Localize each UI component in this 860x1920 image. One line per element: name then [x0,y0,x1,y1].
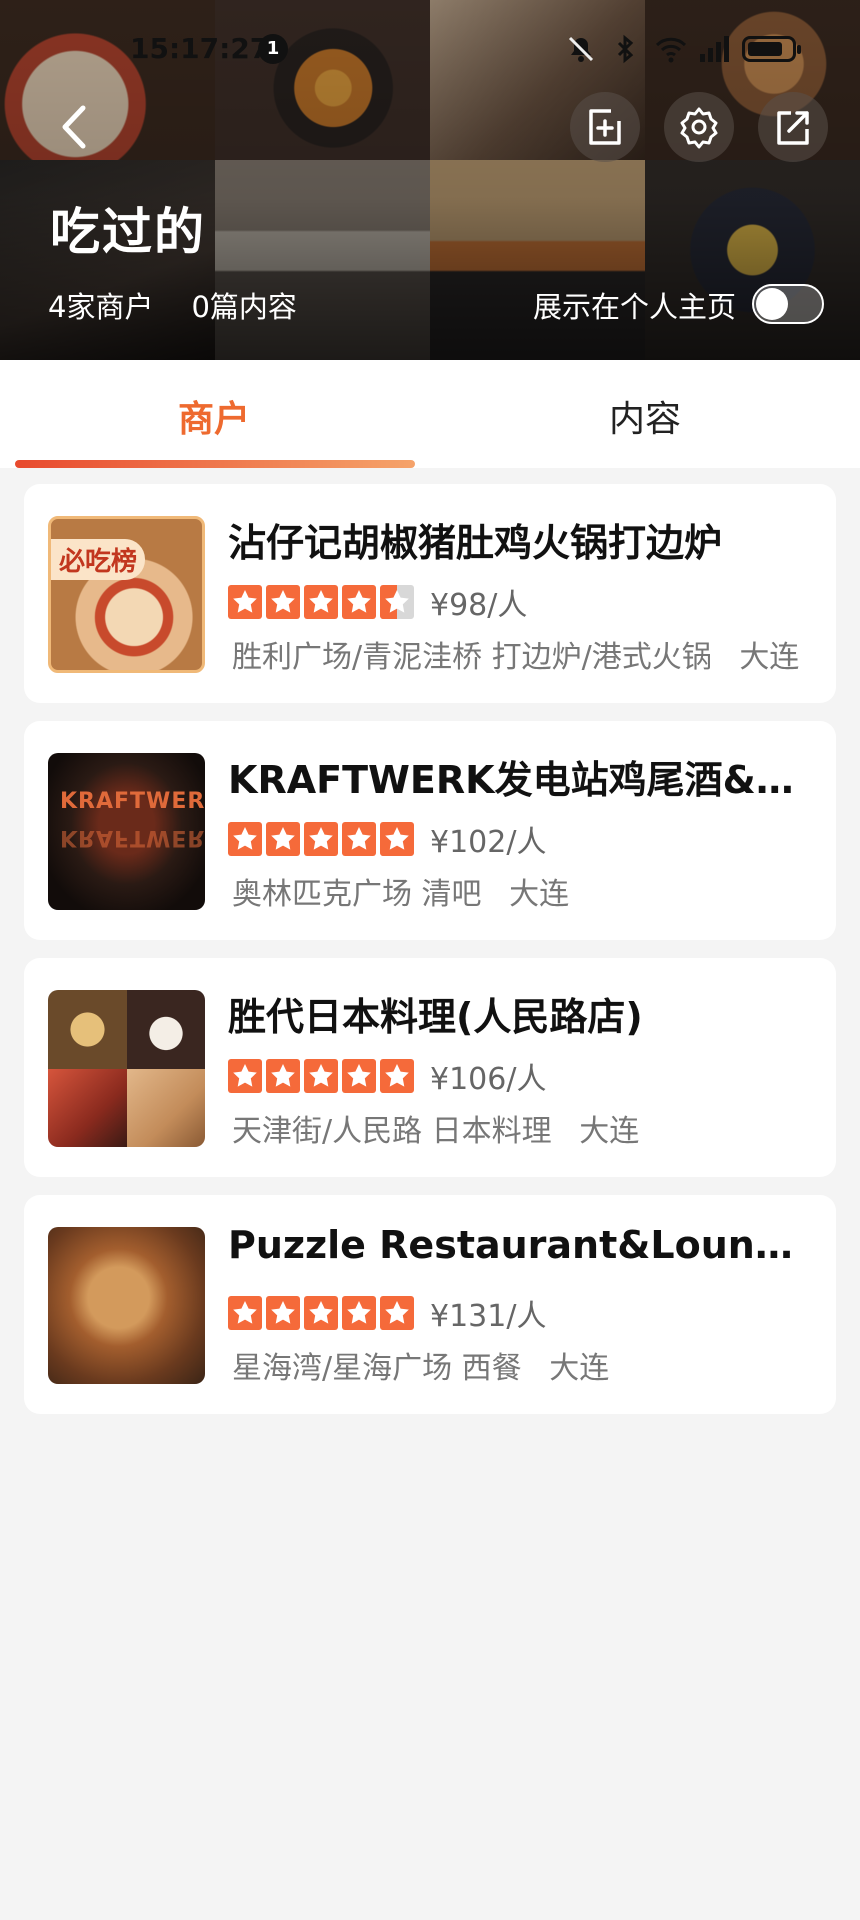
bluetooth-icon [610,34,640,64]
merchant-name: 沾仔记胡椒猪肚鸡火锅打边炉 [228,521,723,565]
star-icon [380,1296,414,1330]
must-eat-badge: 必吃榜 [51,539,146,580]
food-photo [48,1068,127,1147]
toggle-knob [756,288,788,320]
wifi-icon [654,34,687,64]
merchant-city: 大连 [509,877,570,912]
star-icon [304,1059,338,1093]
settings-button[interactable] [664,92,734,162]
star-rating [228,585,414,619]
settings-icon [680,107,718,149]
merchant-meta: 天津街/人民路 日本料理 大连 [232,1106,639,1150]
merchant-city: 大连 [549,1351,610,1386]
battery-icon [742,36,801,62]
tab-merchants[interactable]: 商户 [114,390,314,442]
status-time: 15:17:27 [130,32,270,65]
signal-icon [698,34,729,64]
system-icons [566,34,801,64]
thumbnail-sign-text: KRAFTWERK [60,789,205,814]
merchant-price: ¥131/人 [430,1299,547,1334]
star-icon [228,1296,262,1330]
food-photo [48,990,127,1069]
share-button[interactable] [758,92,828,162]
merchant-area: 胜利广场/青泥洼桥 [232,640,483,675]
merchant-category: 清吧 [421,877,482,912]
food-photo [126,1068,205,1147]
star-icon [228,585,262,619]
merchant-category: 打边炉/港式火锅 [491,640,712,675]
page-title: 吃过的 [50,203,206,261]
tab-content[interactable]: 内容 [545,390,745,442]
star-icon [380,822,414,856]
bell-muted-icon [566,34,596,64]
star-icon [380,1059,414,1093]
merchant-thumbnail [48,990,205,1147]
merchant-thumbnail: KRAFTWERK KRAFTWERK [48,753,205,910]
star-icon [304,1296,338,1330]
thumbnail-sign-reflection: KRAFTWERK [60,825,205,850]
back-icon [62,105,86,149]
star-icon [228,1059,262,1093]
merchant-card[interactable]: 必吃榜 沾仔记胡椒猪肚鸡火锅打边炉 ¥98/人 胜利广场/青泥洼桥 打边炉/港式… [24,484,836,703]
notification-badge: 1 [258,34,288,64]
merchant-city: 大连 [739,640,800,675]
star-icon [342,1059,376,1093]
merchant-city: 大连 [579,1114,640,1149]
merchant-thumbnail: 必吃榜 [48,516,205,673]
rating-row: ¥98/人 [228,580,527,624]
star-rating [228,822,414,856]
show-on-profile-toggle[interactable] [752,284,824,324]
merchant-meta: 星海湾/星海广场 西餐 大连 [232,1343,609,1387]
merchant-category: 日本料理 [431,1114,552,1149]
share-icon [777,111,809,145]
merchant-area: 奥林匹克广场 [232,877,412,912]
status-bar: 15:17:27 1 [0,30,860,70]
merchant-price: ¥98/人 [430,588,528,623]
rating-row: ¥131/人 [228,1291,546,1335]
merchant-card[interactable]: Puzzle Restaurant&Lounge ... ¥131/人 星海湾/… [24,1195,836,1414]
back-button[interactable] [40,92,110,162]
header-banner: 15:17:27 1 吃过的 4家商户 0篇内容 展示在个人主页 [0,0,860,360]
merchant-area: 星海湾/星海广场 [232,1351,453,1386]
merchant-thumbnail [48,1227,205,1384]
active-tab-indicator [15,460,415,468]
rating-row: ¥102/人 [228,817,546,861]
collection-counts: 4家商户 0篇内容 [48,284,297,326]
merchant-list: 必吃榜 沾仔记胡椒猪肚鸡火锅打边炉 ¥98/人 胜利广场/青泥洼桥 打边炉/港式… [24,484,836,1432]
show-on-profile-label: 展示在个人主页 [532,290,736,324]
merchant-card[interactable]: KRAFTWERK KRAFTWERK KRAFTWERK发电站鸡尾酒&威...… [24,721,836,940]
star-rating [228,1296,414,1330]
merchant-name: Puzzle Restaurant&Lounge ... [228,1223,812,1267]
merchant-name: 胜代日本料理(人民路店) [228,995,643,1039]
merchant-card[interactable]: 胜代日本料理(人民路店) ¥106/人 天津街/人民路 日本料理 大连 [24,958,836,1177]
star-icon [380,585,414,619]
add-to-list-button[interactable] [570,92,640,162]
star-icon [266,585,300,619]
tab-bar: 商户 内容 [0,360,860,468]
merchant-name: KRAFTWERK发电站鸡尾酒&威... [228,758,812,802]
star-icon [342,585,376,619]
star-icon [342,1296,376,1330]
merchant-category: 西餐 [461,1351,522,1386]
food-photo [126,990,205,1069]
star-icon [266,822,300,856]
merchant-count: 4家商户 [48,290,154,324]
add-to-list-icon [589,109,621,145]
star-icon [266,1059,300,1093]
merchant-meta: 胜利广场/青泥洼桥 打边炉/港式火锅 大连 [232,632,799,676]
merchant-meta: 奥林匹克广场 清吧 大连 [232,869,569,913]
rating-row: ¥106/人 [228,1054,546,1098]
star-icon [228,822,262,856]
merchant-price: ¥102/人 [430,825,547,860]
merchant-price: ¥106/人 [430,1062,547,1097]
merchant-area: 天津街/人民路 [232,1114,423,1149]
star-icon [342,822,376,856]
content-count: 0篇内容 [191,290,297,324]
star-rating [228,1059,414,1093]
star-icon [266,1296,300,1330]
star-icon [304,822,338,856]
star-icon [304,585,338,619]
